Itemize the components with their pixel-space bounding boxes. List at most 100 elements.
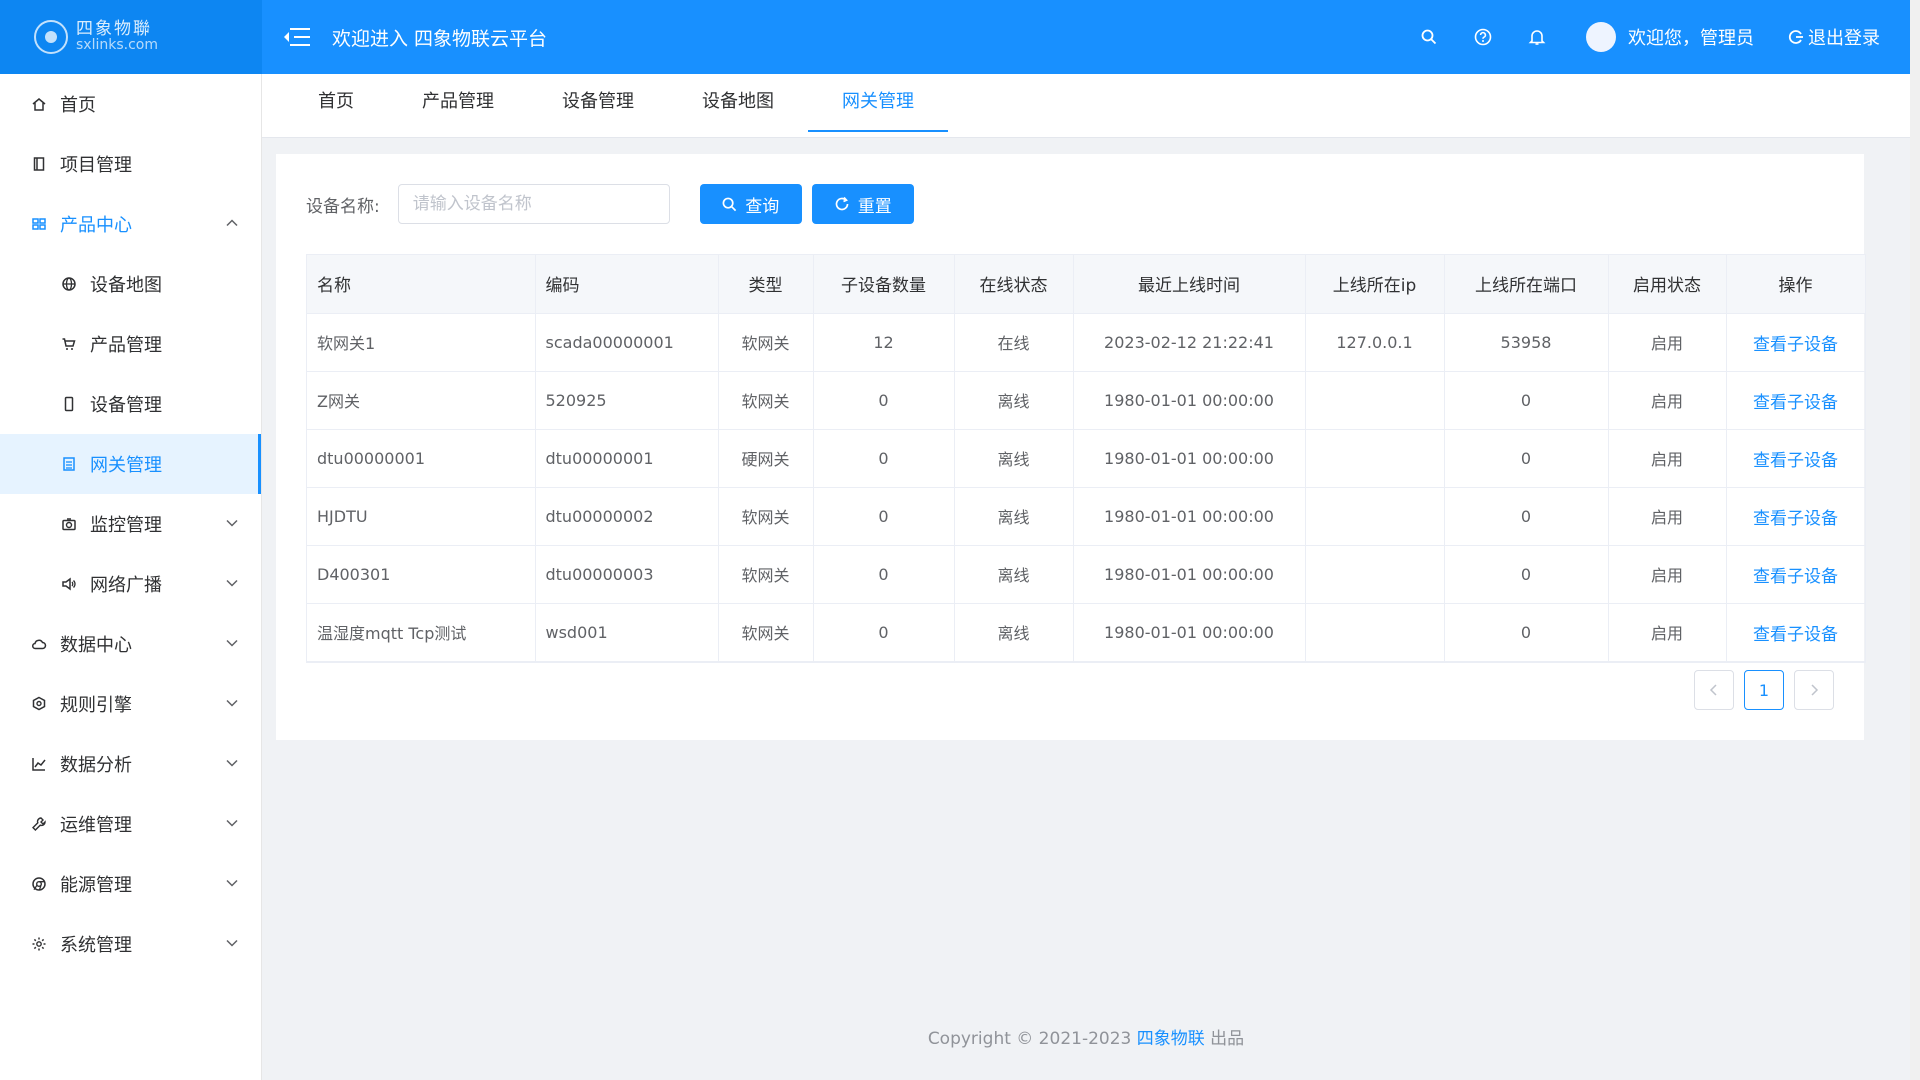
table-cell: 温湿度mqtt Tcp测试	[307, 603, 536, 662]
reset-button[interactable]: 重置	[811, 184, 914, 224]
sidebar-item-1[interactable]: 项目管理	[0, 134, 261, 194]
help-icon[interactable]	[1472, 26, 1494, 48]
cart-icon	[60, 335, 78, 353]
table-cell: dtu00000003	[535, 545, 719, 604]
chevron-right-icon	[1811, 684, 1819, 696]
camera-icon	[60, 515, 78, 533]
sidebar-item-11[interactable]: 数据分析	[0, 734, 261, 794]
device-name-input[interactable]	[397, 184, 670, 224]
sidebar-item-12[interactable]: 运维管理	[0, 794, 261, 854]
table-row: 软网关1 scada00000001 软网关 12 在线 2023-02-12 21:22…	[307, 313, 1866, 372]
table-cell: dtu00000001	[307, 429, 536, 488]
table-cell: 1980-01-01 00:00:00	[1073, 429, 1306, 488]
view-subdevices-link[interactable]: 查看子设备	[1726, 313, 1866, 372]
table-cell	[1305, 429, 1445, 488]
tab-1[interactable]: 产品管理	[388, 74, 528, 138]
sidebar-item-6[interactable]: 网关管理	[0, 434, 261, 494]
chevron-down-icon	[225, 516, 239, 530]
logout-label: 退出登录	[1808, 28, 1880, 49]
table-cell: 127.0.0.1	[1305, 313, 1445, 372]
tab-4[interactable]: 网关管理	[808, 74, 948, 138]
avatar[interactable]	[1586, 22, 1616, 52]
footer-brand-link[interactable]: 四象物联	[1137, 1029, 1205, 1049]
sidebar-item-label: 产品中心	[60, 215, 132, 236]
sidebar-item-label: 网关管理	[90, 455, 162, 476]
sidebar-item-8[interactable]: 网络广播	[0, 554, 261, 614]
table-cell: HJDTU	[307, 487, 536, 546]
page-number[interactable]: 1	[1744, 670, 1784, 710]
welcome-text: 欢迎您，管理员	[1628, 28, 1754, 49]
logout-button[interactable]: 退出登录	[1788, 24, 1880, 50]
sidebar-item-10[interactable]: 规则引擎	[0, 674, 261, 734]
sidebar-item-label: 运维管理	[60, 815, 132, 836]
tab-2[interactable]: 设备管理	[528, 74, 668, 138]
page-scrollbar[interactable]	[1910, 0, 1920, 1080]
tab-bar: 首页 产品管理 设备管理 设备地图 网关管理	[262, 74, 1910, 138]
table-cell: 在线	[954, 313, 1074, 372]
sidebar-item-label: 能源管理	[60, 875, 132, 896]
chart-icon	[30, 755, 48, 773]
bell-icon[interactable]	[1526, 26, 1548, 48]
sidebar-item-2[interactable]: 产品中心	[0, 194, 261, 254]
logo[interactable]: 四象物聯 sxlinks.com	[0, 0, 262, 74]
next-page-button[interactable]	[1794, 670, 1834, 710]
sidebar-item-4[interactable]: 产品管理	[0, 314, 261, 374]
view-subdevices-link[interactable]: 查看子设备	[1726, 371, 1866, 430]
table-row: Z网关 520925 软网关 0 离线 1980-01-01 00:00:00 0 启用 查看子…	[307, 371, 1866, 430]
sidebar-item-label: 首页	[60, 95, 96, 116]
table-cell: 离线	[954, 545, 1074, 604]
view-subdevices-link[interactable]: 查看子设备	[1726, 545, 1866, 604]
sidebar-item-label: 网络广播	[90, 575, 162, 596]
table-cell: 0	[1444, 487, 1609, 546]
table-cell: 0	[813, 371, 955, 430]
table-cell: 0	[1444, 429, 1609, 488]
logo-domain: sxlinks.com	[76, 37, 158, 53]
sidebar-item-5[interactable]: 设备管理	[0, 374, 261, 434]
table-cell: 启用	[1608, 603, 1727, 662]
sidebar-item-label: 设备管理	[90, 395, 162, 416]
sidebar-item-3[interactable]: 设备地图	[0, 254, 261, 314]
table-cell: 1980-01-01 00:00:00	[1073, 545, 1306, 604]
table-row: D400301 dtu00000003 软网关 0 离线 1980-01-01 00:00…	[307, 545, 1866, 604]
table-cell: 软网关	[718, 487, 814, 546]
table-cell: 520925	[535, 371, 719, 430]
chevron-down-icon	[225, 576, 239, 590]
sidebar-item-label: 监控管理	[90, 515, 162, 536]
column-header: 子设备数量	[813, 255, 955, 314]
tab-0[interactable]: 首页	[284, 74, 388, 138]
table-cell	[1305, 371, 1445, 430]
sidebar-item-7[interactable]: 监控管理	[0, 494, 261, 554]
query-button[interactable]: 查询	[699, 184, 802, 224]
view-subdevices-link[interactable]: 查看子设备	[1726, 487, 1866, 546]
table-cell: 软网关	[718, 371, 814, 430]
table-cell: 启用	[1608, 371, 1727, 430]
search-label: 设备名称:	[306, 196, 380, 217]
gateway-table: 名称 编码 类型 子设备数量 在线状态 最近上线时间 上线所在ip 上线所在端口 启用状态 操作 …	[306, 254, 1866, 663]
search-icon[interactable]	[1418, 26, 1440, 48]
chevron-up-icon	[225, 216, 239, 230]
view-subdevices-link[interactable]: 查看子设备	[1726, 603, 1866, 662]
table-cell: 2023-02-12 21:22:41	[1073, 313, 1306, 372]
table-cell: 0	[1444, 371, 1609, 430]
logo-icon	[34, 20, 68, 54]
table-cell: 53958	[1444, 313, 1609, 372]
top-header: 四象物聯 sxlinks.com 欢迎进入 四象物联云平台 欢迎您，管理员 退出…	[0, 0, 1910, 74]
sidebar-item-14[interactable]: 系统管理	[0, 914, 261, 974]
table-cell: D400301	[307, 545, 536, 604]
logout-icon	[1788, 30, 1803, 44]
sidebar-item-label: 数据中心	[60, 635, 132, 656]
prev-page-button[interactable]	[1694, 670, 1734, 710]
chevron-down-icon	[225, 816, 239, 830]
tab-3[interactable]: 设备地图	[668, 74, 808, 138]
sidebar-item-13[interactable]: 能源管理	[0, 854, 261, 914]
sidebar-item-9[interactable]: 数据中心	[0, 614, 261, 674]
view-subdevices-link[interactable]: 查看子设备	[1726, 429, 1866, 488]
table-cell: 硬网关	[718, 429, 814, 488]
sidebar-item-0[interactable]: 首页	[0, 74, 261, 134]
column-header: 最近上线时间	[1073, 255, 1306, 314]
table-cell	[1305, 603, 1445, 662]
table-cell: 1980-01-01 00:00:00	[1073, 371, 1306, 430]
speaker-icon	[60, 575, 78, 593]
menu-collapse-icon[interactable]	[284, 27, 310, 47]
table-cell: 软网关	[718, 313, 814, 372]
